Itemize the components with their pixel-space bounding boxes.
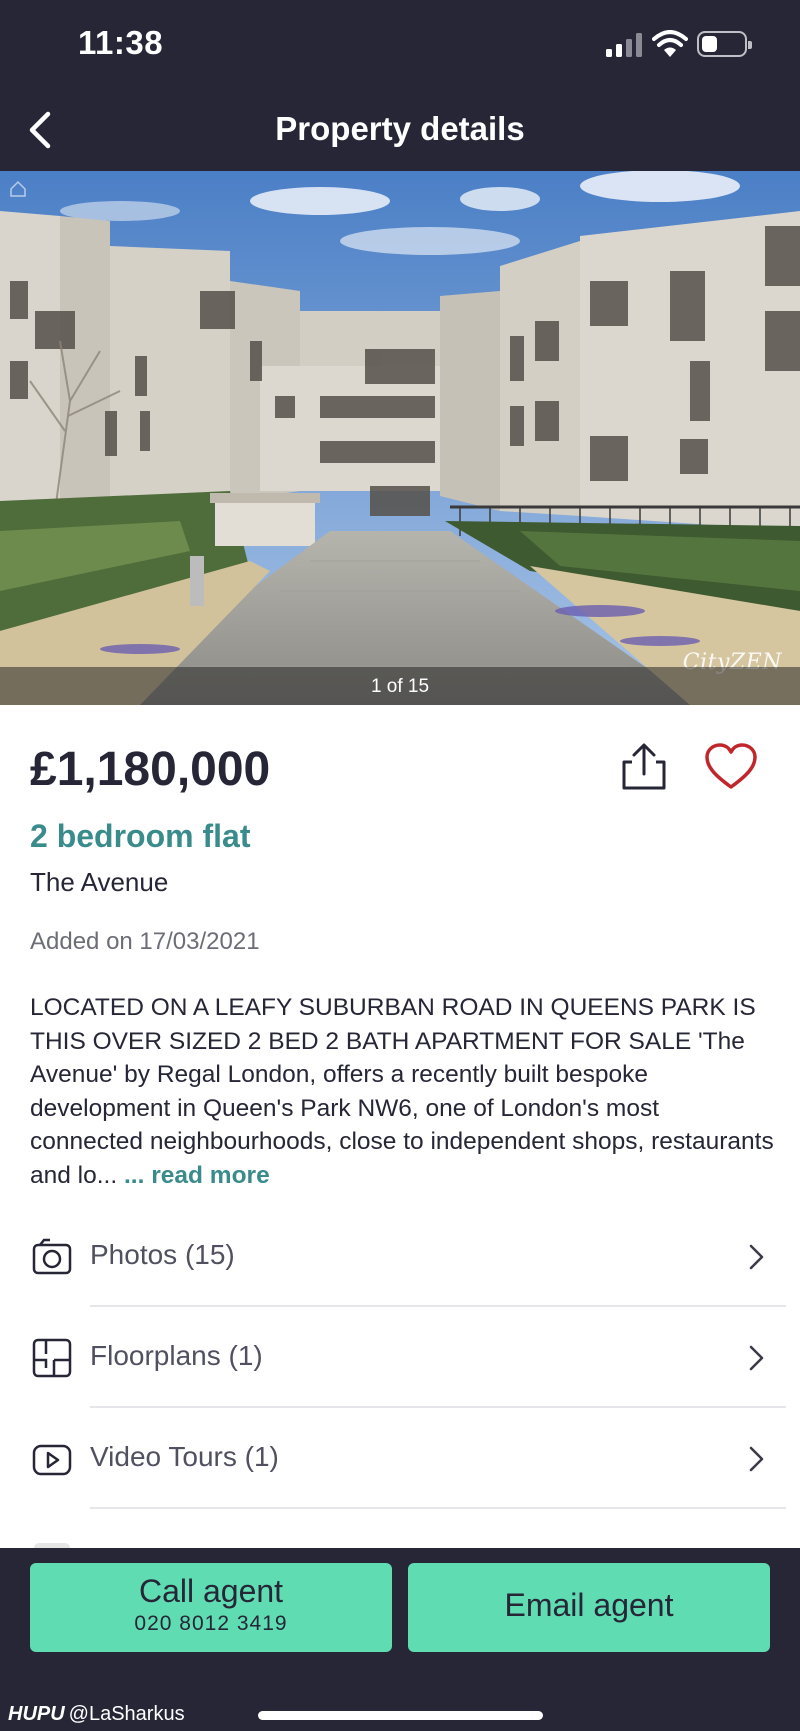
share-icon — [622, 743, 666, 790]
cellular-signal-icon — [606, 33, 644, 57]
chevron-right-icon — [749, 1446, 764, 1472]
property-address: The Avenue — [30, 867, 169, 897]
page-title: Property details — [275, 110, 525, 147]
bottom-action-bar: Call agent 020 8012 3419 Email agent HUP… — [0, 1548, 800, 1731]
favorite-button[interactable] — [703, 742, 759, 792]
email-agent-label: Email agent — [504, 1587, 674, 1623]
call-agent-button[interactable]: Call agent 020 8012 3419 — [30, 1563, 392, 1652]
status-bar: 11:38 — [0, 0, 800, 90]
watermark-brand: HUPU — [8, 1703, 65, 1725]
video-tours-label: Video Tours (1) — [90, 1441, 279, 1472]
property-photo — [0, 171, 800, 705]
wifi-icon — [652, 30, 688, 57]
home-icon — [8, 179, 28, 199]
divider — [90, 1305, 786, 1307]
floorplan-icon — [32, 1338, 72, 1378]
photo-gallery[interactable]: CityZEN 1 of 15 — [0, 171, 800, 705]
price: £1,180,000 — [30, 743, 271, 796]
heart-icon — [705, 743, 757, 789]
property-description: LOCATED ON A LEAFY SUBURBAN ROAD IN QUEE… — [30, 991, 778, 1193]
chevron-right-icon — [749, 1244, 764, 1270]
watermark-credit: HUPU @LaSharkus — [8, 1703, 185, 1726]
watermark-handle: @LaSharkus — [68, 1703, 185, 1725]
agent-phone-number: 020 8012 3419 — [134, 1612, 288, 1635]
date-added: Added on 17/03/2021 — [30, 928, 260, 955]
divider — [90, 1406, 786, 1408]
property-type: 2 bedroom flat — [30, 818, 251, 854]
call-agent-label: Call agent — [138, 1573, 284, 1609]
email-agent-button[interactable]: Email agent — [408, 1563, 770, 1652]
status-time: 11:38 — [78, 24, 164, 61]
read-more-link[interactable]: ... read more — [117, 1162, 270, 1189]
photo-counter: 1 of 15 — [370, 676, 430, 697]
home-indicator[interactable] — [258, 1711, 543, 1720]
description-text: LOCATED ON A LEAFY SUBURBAN ROAD IN QUEE… — [30, 994, 774, 1189]
camera-icon — [32, 1238, 72, 1275]
share-button[interactable] — [618, 740, 670, 792]
photos-label: Photos (15) — [90, 1239, 235, 1270]
chevron-right-icon — [749, 1345, 764, 1371]
floorplans-row[interactable]: Floorplans (1) — [0, 1308, 800, 1408]
video-icon — [32, 1444, 72, 1476]
divider — [90, 1507, 786, 1509]
photos-row[interactable]: Photos (15) — [0, 1207, 800, 1307]
nav-bar: Property details — [0, 90, 800, 171]
battery-icon — [697, 31, 752, 57]
floorplans-label: Floorplans (1) — [90, 1340, 263, 1371]
video-tours-row[interactable]: Video Tours (1) — [0, 1409, 800, 1509]
